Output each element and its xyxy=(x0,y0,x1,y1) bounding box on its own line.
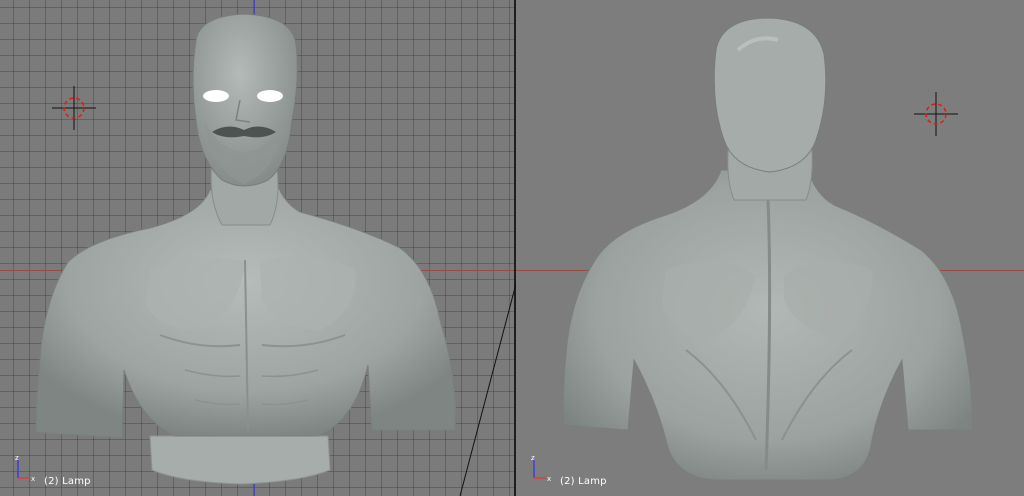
svg-text:z: z xyxy=(531,454,535,462)
active-object-label: (2) Lamp xyxy=(44,476,91,487)
active-object-label: (2) Lamp xyxy=(560,476,607,487)
svg-text:x: x xyxy=(31,475,35,482)
axis-gizmo-icon: z x xyxy=(531,454,551,482)
svg-text:x: x xyxy=(547,475,551,482)
3d-cursor-icon[interactable] xyxy=(52,86,96,130)
3d-cursor-icon[interactable] xyxy=(914,92,958,136)
svg-text:z: z xyxy=(15,454,19,462)
sculpt-mesh-back[interactable] xyxy=(516,0,1024,496)
axis-gizmo-icon: z x xyxy=(15,454,35,482)
sculpt-mesh-front[interactable] xyxy=(0,0,514,496)
viewport-back[interactable]: z x (2) Lamp xyxy=(516,0,1024,496)
viewport-front[interactable]: z x (2) Lamp xyxy=(0,0,514,496)
